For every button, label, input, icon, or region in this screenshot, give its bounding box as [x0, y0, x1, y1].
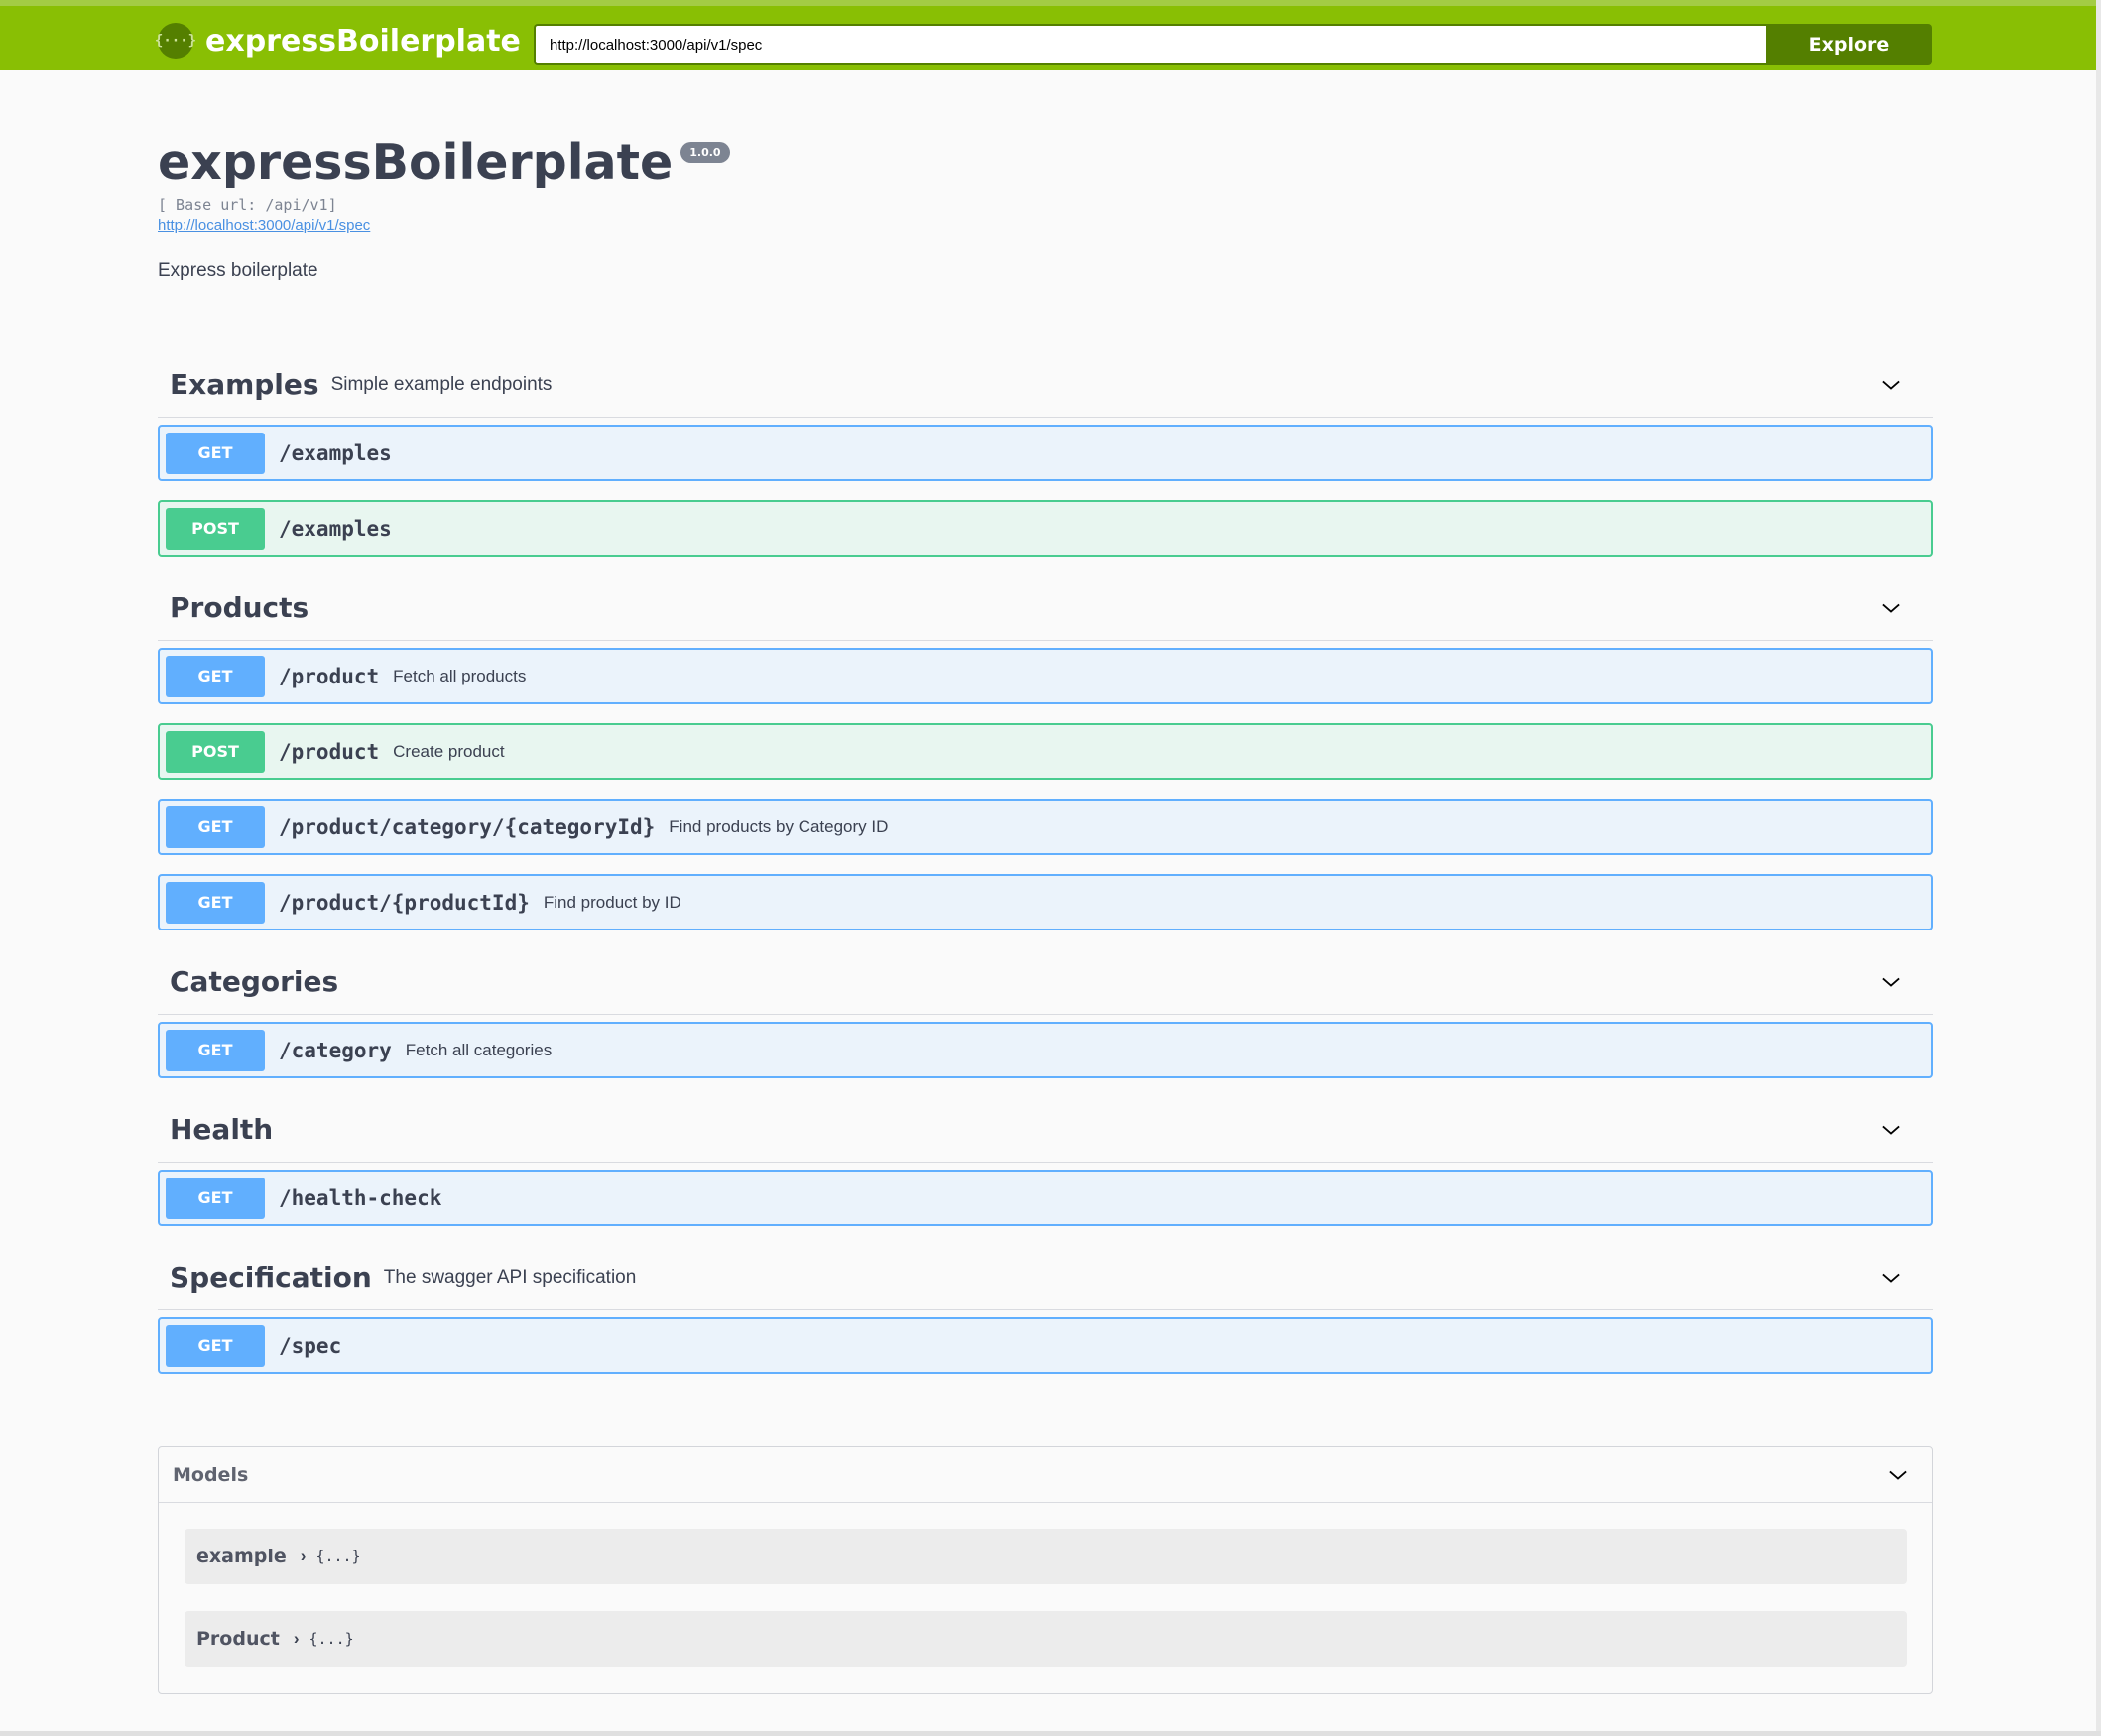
operation-path: /examples [279, 440, 392, 465]
method-badge: GET [166, 655, 265, 697]
operation-path: /spec [279, 1333, 342, 1358]
tag-specification[interactable]: Specification The swagger API specificat… [158, 1245, 1933, 1310]
explore-button[interactable]: Explore [1766, 24, 1932, 65]
chevron-down-icon[interactable] [1882, 1121, 1900, 1139]
window-edge-bottom [0, 1731, 2101, 1736]
chevron-down-icon[interactable] [1882, 599, 1900, 617]
operation-get-product[interactable]: GET /product Fetch all products [158, 648, 1933, 704]
chevron-right-icon[interactable]: › [301, 1547, 307, 1566]
api-title: expressBoilerplate [158, 134, 674, 190]
tag-name: Specification [170, 1261, 372, 1294]
tag-description: The swagger API specification [383, 1266, 637, 1288]
model-name: example [196, 1546, 287, 1567]
operation-get-category[interactable]: GET /category Fetch all categories [158, 1022, 1933, 1078]
tag-name: Examples [170, 368, 319, 401]
tag-name: Health [170, 1113, 274, 1146]
operation-get-product-by-category[interactable]: GET /product/category/{categoryId} Find … [158, 799, 1933, 855]
method-badge: POST [166, 730, 265, 773]
model-product[interactable]: Product › {...} [185, 1611, 1907, 1667]
operation-summary: Fetch all products [393, 666, 527, 685]
model-preview: {...} [315, 1548, 361, 1565]
tag-health[interactable]: Health [158, 1097, 1933, 1163]
tag-products[interactable]: Products [158, 575, 1933, 641]
tag-categories[interactable]: Categories [158, 949, 1933, 1015]
api-description: Express boilerplate [158, 260, 318, 281]
method-badge: GET [166, 806, 265, 848]
tag-name: Categories [170, 965, 339, 998]
chevron-down-icon[interactable] [1882, 376, 1900, 394]
operation-summary: Find product by ID [543, 892, 681, 912]
operation-get-health-check[interactable]: GET /health-check [158, 1170, 1933, 1226]
model-name: Product [196, 1628, 280, 1650]
tag-description: Simple example endpoints [330, 373, 553, 395]
operation-path: /category [279, 1038, 392, 1062]
operation-path: /health-check [279, 1185, 442, 1210]
topbar: {···} expressBoilerplate Explore [0, 0, 2096, 70]
operation-get-examples[interactable]: GET /examples [158, 425, 1933, 481]
operation-path: /examples [279, 516, 392, 541]
method-badge: GET [166, 1029, 265, 1071]
models-section: Models example › {...} Product › {...} [158, 1446, 1933, 1694]
method-badge: GET [166, 1324, 265, 1367]
models-title: Models [173, 1463, 249, 1486]
operation-get-product-by-id[interactable]: GET /product/{productId} Find product by… [158, 874, 1933, 930]
chevron-down-icon[interactable] [1882, 973, 1900, 991]
swagger-logo-icon: {···} [155, 23, 196, 59]
chevron-down-icon[interactable] [1889, 1466, 1907, 1484]
window-edge [2096, 0, 2101, 1736]
operation-path: /product/category/{categoryId} [279, 814, 656, 839]
operation-summary: Fetch all categories [405, 1040, 553, 1059]
chevron-down-icon[interactable] [1882, 1269, 1900, 1287]
operation-get-spec[interactable]: GET /spec [158, 1317, 1933, 1374]
logo-text: expressBoilerplate [205, 23, 521, 59]
models-header[interactable]: Models [159, 1447, 1932, 1503]
operations-list: Examples Simple example endpoints GET /e… [158, 352, 1933, 1393]
model-example[interactable]: example › {...} [185, 1529, 1907, 1584]
logo[interactable]: {···} expressBoilerplate [155, 21, 521, 61]
operation-post-examples[interactable]: POST /examples [158, 500, 1933, 557]
spec-link[interactable]: http://localhost:3000/api/v1/spec [158, 217, 370, 234]
operation-summary: Create product [393, 741, 505, 761]
operation-path: /product/{productId} [279, 890, 530, 915]
operation-path: /product [279, 664, 380, 688]
version-badge: 1.0.0 [680, 142, 730, 163]
method-badge: GET [166, 881, 265, 924]
operation-path: /product [279, 739, 380, 764]
spec-url-input[interactable] [534, 24, 1767, 65]
api-info: expressBoilerplate 1.0.0 [ Base url: /ap… [158, 133, 1933, 282]
tag-examples[interactable]: Examples Simple example endpoints [158, 352, 1933, 418]
model-preview: {...} [309, 1630, 354, 1648]
chevron-right-icon[interactable]: › [294, 1629, 300, 1649]
operation-summary: Find products by Category ID [669, 816, 889, 836]
operation-post-product[interactable]: POST /product Create product [158, 723, 1933, 780]
method-badge: GET [166, 432, 265, 474]
tag-name: Products [170, 591, 309, 624]
method-badge: POST [166, 507, 265, 550]
method-badge: GET [166, 1177, 265, 1219]
base-url: [ Base url: /api/v1] [158, 196, 337, 214]
